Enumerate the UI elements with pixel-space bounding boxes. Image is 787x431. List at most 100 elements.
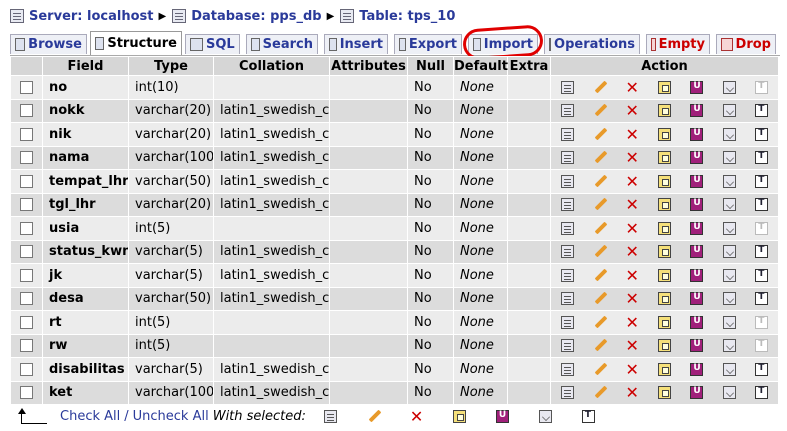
edit-icon[interactable] (593, 128, 606, 141)
unique-icon[interactable] (690, 151, 704, 165)
unique-icon[interactable] (690, 362, 704, 376)
browse-distinct-icon[interactable] (560, 198, 574, 212)
index-icon[interactable] (722, 221, 736, 235)
browse-distinct-icon[interactable] (560, 127, 574, 141)
primary-key-icon[interactable] (657, 268, 671, 282)
edit-icon[interactable] (593, 151, 606, 164)
drop-icon[interactable]: ✕ (626, 79, 639, 95)
primary-key-icon[interactable] (657, 127, 671, 141)
browse-distinct-icon[interactable] (560, 386, 574, 400)
index-icon[interactable] (722, 386, 736, 400)
primary-key-icon[interactable] (657, 221, 671, 235)
bulk-browse-icon[interactable] (323, 409, 337, 423)
edit-icon[interactable] (593, 363, 606, 376)
bulk-unique-icon[interactable] (495, 409, 509, 423)
edit-icon[interactable] (593, 81, 606, 94)
row-checkbox[interactable] (20, 386, 33, 400)
tab-structure[interactable]: Structure (90, 31, 182, 55)
index-icon[interactable] (722, 292, 736, 306)
drop-icon[interactable]: ✕ (626, 361, 639, 377)
drop-icon[interactable]: ✕ (626, 244, 639, 260)
browse-distinct-icon[interactable] (560, 339, 574, 353)
row-checkbox[interactable] (20, 221, 33, 235)
unique-icon[interactable] (690, 127, 704, 141)
drop-icon[interactable]: ✕ (626, 338, 639, 354)
primary-key-icon[interactable] (657, 245, 671, 259)
index-icon[interactable] (722, 315, 736, 329)
tab-operations[interactable]: Operations (544, 34, 640, 54)
browse-distinct-icon[interactable] (560, 104, 574, 118)
breadcrumb-database[interactable]: Database: pps_db (172, 9, 322, 24)
index-icon[interactable] (722, 339, 736, 353)
drop-icon[interactable]: ✕ (626, 197, 639, 213)
edit-icon[interactable] (593, 222, 606, 235)
unique-icon[interactable] (690, 221, 704, 235)
unique-icon[interactable] (690, 339, 704, 353)
tab-sql[interactable]: SQL (185, 34, 240, 54)
index-icon[interactable] (722, 127, 736, 141)
unique-icon[interactable] (690, 268, 704, 282)
browse-distinct-icon[interactable] (560, 80, 574, 94)
check-all-link[interactable]: Check All (60, 409, 120, 424)
browse-distinct-icon[interactable] (560, 268, 574, 282)
drop-icon[interactable]: ✕ (626, 103, 639, 119)
primary-key-icon[interactable] (657, 386, 671, 400)
drop-icon[interactable]: ✕ (626, 314, 639, 330)
unique-icon[interactable] (690, 104, 704, 118)
primary-key-icon[interactable] (657, 292, 671, 306)
tab-insert[interactable]: Insert (324, 34, 388, 54)
drop-icon[interactable]: ✕ (626, 291, 639, 307)
index-icon[interactable] (722, 174, 736, 188)
primary-key-icon[interactable] (657, 339, 671, 353)
fulltext-icon[interactable] (755, 268, 769, 282)
fulltext-icon[interactable] (755, 386, 769, 400)
bulk-fulltext-icon[interactable] (581, 409, 595, 423)
unique-icon[interactable] (690, 174, 704, 188)
index-icon[interactable] (722, 362, 736, 376)
row-checkbox[interactable] (20, 339, 33, 353)
index-icon[interactable] (722, 198, 736, 212)
drop-icon[interactable]: ✕ (626, 126, 639, 142)
bulk-index-icon[interactable] (538, 409, 552, 423)
fulltext-icon[interactable] (755, 245, 769, 259)
fulltext-icon[interactable] (755, 174, 769, 188)
primary-key-icon[interactable] (657, 362, 671, 376)
row-checkbox[interactable] (20, 104, 33, 118)
unique-icon[interactable] (690, 245, 704, 259)
browse-distinct-icon[interactable] (560, 362, 574, 376)
edit-icon[interactable] (593, 386, 606, 399)
edit-icon[interactable] (593, 245, 606, 258)
fulltext-icon[interactable] (755, 151, 769, 165)
drop-icon[interactable]: ✕ (626, 220, 639, 236)
bulk-primary-icon[interactable] (452, 409, 466, 423)
unique-icon[interactable] (690, 386, 704, 400)
tab-browse[interactable]: Browse (10, 34, 87, 54)
primary-key-icon[interactable] (657, 104, 671, 118)
index-icon[interactable] (722, 268, 736, 282)
drop-icon[interactable]: ✕ (626, 267, 639, 283)
row-checkbox[interactable] (20, 268, 33, 282)
edit-icon[interactable] (593, 339, 606, 352)
row-checkbox[interactable] (20, 198, 33, 212)
drop-icon[interactable]: ✕ (626, 385, 639, 401)
row-checkbox[interactable] (20, 151, 33, 165)
row-checkbox[interactable] (20, 315, 33, 329)
tab-empty[interactable]: Empty (646, 34, 710, 54)
tab-search[interactable]: Search (246, 34, 318, 54)
browse-distinct-icon[interactable] (560, 245, 574, 259)
row-checkbox[interactable] (20, 362, 33, 376)
primary-key-icon[interactable] (657, 151, 671, 165)
browse-distinct-icon[interactable] (560, 174, 574, 188)
row-checkbox[interactable] (20, 174, 33, 188)
unique-icon[interactable] (690, 198, 704, 212)
unique-icon[interactable] (690, 315, 704, 329)
index-icon[interactable] (722, 245, 736, 259)
edit-icon[interactable] (593, 292, 606, 305)
fulltext-icon[interactable] (755, 362, 769, 376)
drop-icon[interactable]: ✕ (626, 173, 639, 189)
index-icon[interactable] (722, 80, 736, 94)
tab-import[interactable]: Import (468, 34, 538, 54)
browse-distinct-icon[interactable] (560, 315, 574, 329)
fulltext-icon[interactable] (755, 104, 769, 118)
fulltext-icon[interactable] (755, 292, 769, 306)
